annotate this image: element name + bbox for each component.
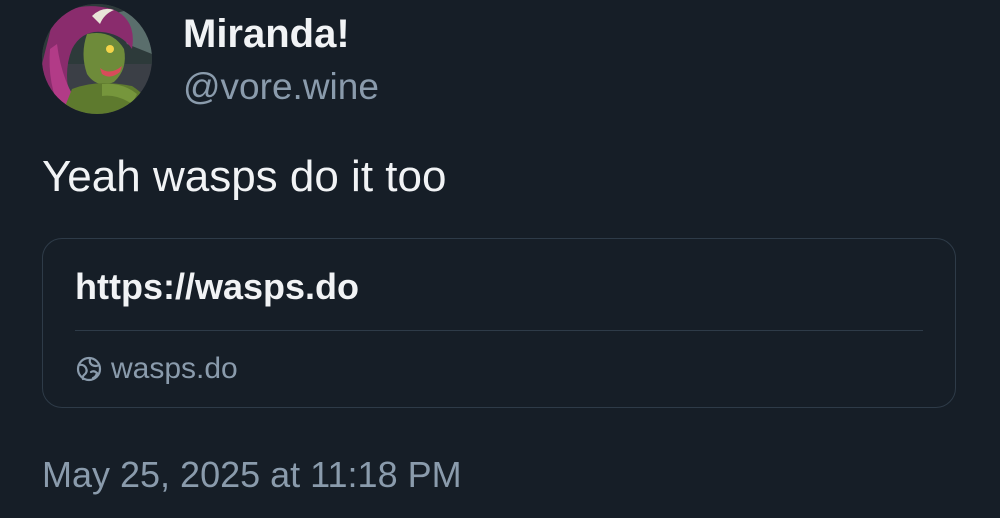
link-card-domain: wasps.do [111,352,238,385]
post: Miranda! @vore.wine Yeah wasps do it too… [0,0,1000,518]
link-card-divider [75,330,923,331]
globe-icon [75,355,103,383]
avatar[interactable] [42,4,152,114]
link-card-title: https://wasps.do [75,266,360,307]
handle[interactable]: @vore.wine [183,64,379,110]
link-card[interactable]: https://wasps.do wasps.do [42,238,956,408]
avatar-image [42,4,152,114]
link-card-domain-row: wasps.do [75,349,238,389]
display-name[interactable]: Miranda! [183,10,350,58]
post-timestamp[interactable]: May 25, 2025 at 11:18 PM [42,452,462,498]
post-text: Yeah wasps do it too [42,152,447,201]
